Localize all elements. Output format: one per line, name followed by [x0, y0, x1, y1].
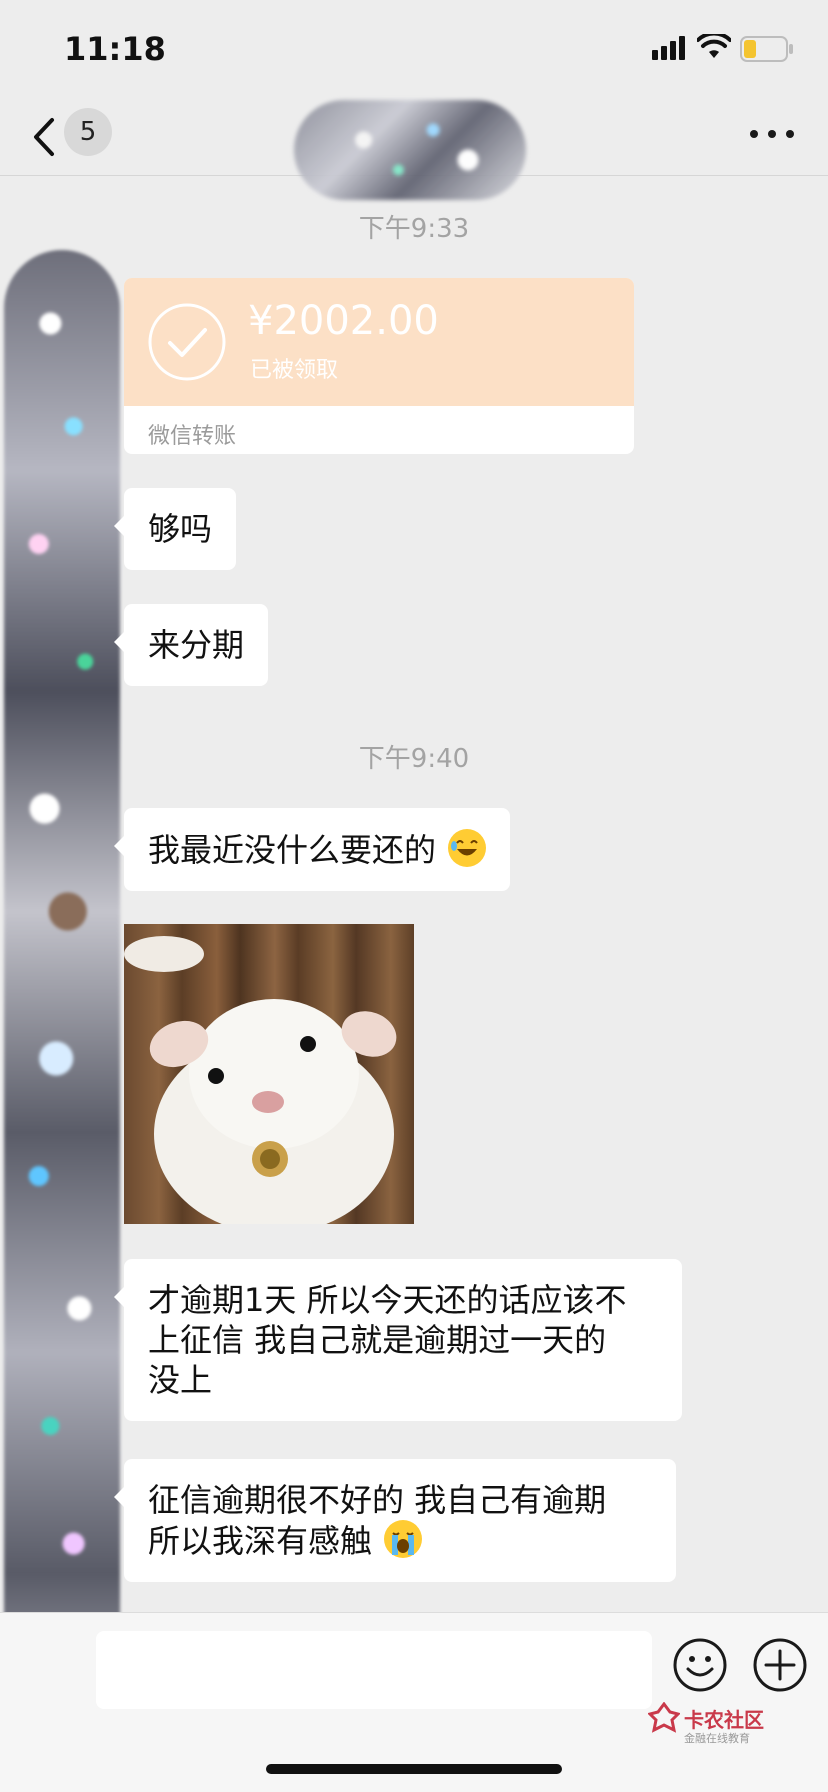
wechat-transfer-card[interactable]: ¥2002.00 已被领取 微信转账 — [124, 278, 634, 454]
watermark: 卡农社区 金融在线教育 — [647, 1701, 764, 1745]
plus-icon[interactable] — [752, 1637, 808, 1693]
battery-icon — [740, 36, 793, 62]
watermark-subtitle: 金融在线教育 — [684, 1732, 750, 1745]
message-bubble[interactable]: 来分期 — [113, 604, 269, 686]
status-time: 11:18 — [64, 30, 166, 68]
contact-name-obscured — [294, 100, 526, 200]
check-icon — [148, 303, 226, 381]
transfer-label: 微信转账 — [148, 424, 237, 449]
transfer-status: 已被领取 — [250, 358, 339, 383]
back-icon[interactable] — [30, 116, 60, 158]
message-input[interactable] — [96, 1631, 652, 1709]
signal-icon — [652, 36, 685, 60]
message-bubble[interactable]: 才逾期1天 所以今天还的话应该不 上征信 我自己就是逾期过一天的 没上 — [114, 1259, 682, 1421]
unread-count-badge[interactable]: 5 — [64, 108, 112, 156]
message-bubble[interactable]: 征信逾期很不好的 我自己有逾期 所以我深有感触 — [114, 1459, 676, 1582]
status-bar: 11:18 — [0, 0, 828, 100]
message-text: 征信逾期很不好的 我自己有逾期 — [148, 1481, 607, 1519]
timestamp: 下午9:40 — [358, 744, 470, 774]
message-text: 我最近没什么要还的 — [148, 831, 437, 869]
timestamp: 下午9:33 — [358, 214, 470, 244]
watermark-title: 卡农社区 — [684, 1708, 764, 1732]
message-bubble[interactable]: 够吗 — [113, 488, 237, 570]
nav-bar: 5 — [0, 100, 828, 200]
watermark-logo-icon — [647, 1701, 681, 1733]
more-icon[interactable] — [750, 128, 794, 142]
wifi-icon — [697, 34, 731, 58]
transfer-amount: ¥2002.00 — [248, 298, 439, 344]
transfer-card-top: ¥2002.00 已被领取 — [124, 278, 634, 406]
photo-message-lamb-plush[interactable] — [124, 924, 414, 1224]
emoji-icon[interactable] — [672, 1637, 728, 1693]
message-text: 来分期 — [148, 626, 245, 664]
message-text: 没上 — [148, 1361, 213, 1399]
message-text: 才逾期1天 所以今天还的话应该不 — [148, 1281, 627, 1319]
contact-avatar-obscured[interactable] — [4, 250, 120, 1720]
crying-emoji — [384, 1520, 423, 1558]
message-text: 所以我深有感触 — [148, 1522, 373, 1560]
laughing-emoji — [448, 829, 487, 867]
message-bubble[interactable]: 我最近没什么要还的 — [113, 808, 511, 891]
home-indicator[interactable] — [266, 1764, 562, 1774]
message-text: 够吗 — [148, 510, 213, 548]
message-text: 上征信 我自己就是逾期过一天的 — [148, 1321, 607, 1359]
